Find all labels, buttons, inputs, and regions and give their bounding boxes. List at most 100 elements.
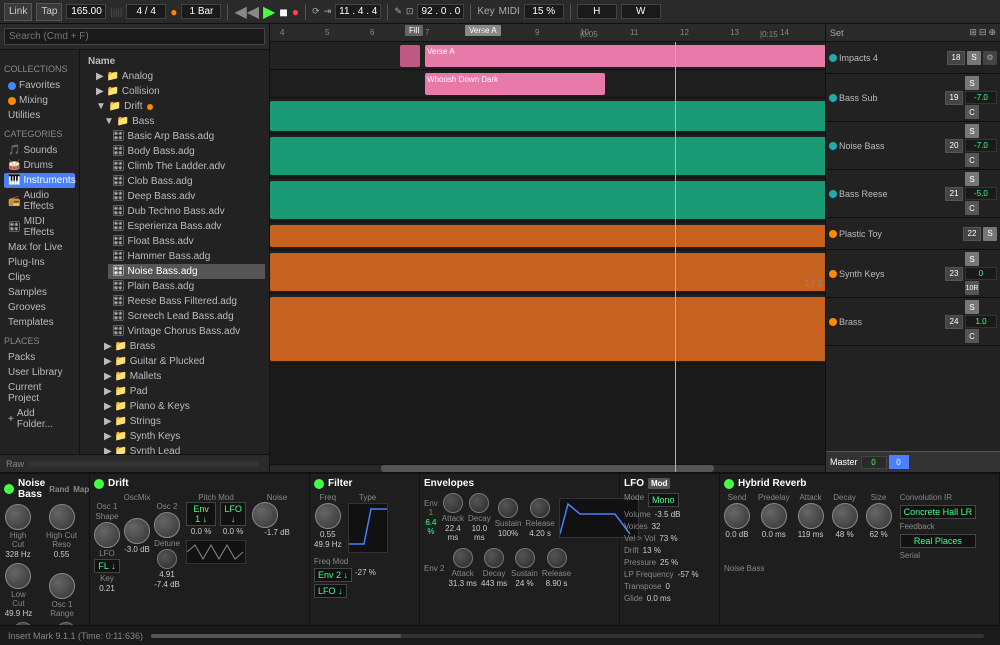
env1-attack-knob[interactable] — [443, 493, 463, 513]
tree-vintage[interactable]: 🎛 Vintage Chorus Bass.adv — [108, 324, 265, 339]
tree-bass[interactable]: ▼ 📁 Bass — [100, 114, 265, 129]
bass-sub-c[interactable]: C — [965, 105, 979, 119]
tree-drift[interactable]: ▼ 📁 Drift — [92, 99, 265, 114]
sidebar-item-midi-effects[interactable]: 🎛 MIDI Effects — [4, 214, 75, 240]
tree-float[interactable]: 🎛 Float Bass.adv — [108, 234, 265, 249]
sidebar-item-templates[interactable]: Templates — [4, 315, 75, 330]
tree-plain[interactable]: 🎛 Plain Bass.adg — [108, 279, 265, 294]
metro-icon[interactable]: ● — [170, 5, 177, 19]
sidebar-item-user-library[interactable]: User Library — [4, 365, 75, 380]
h-scrollbar[interactable] — [270, 464, 825, 472]
master-vol[interactable]: 0 — [861, 456, 887, 469]
bass-sub-s[interactable]: S — [965, 76, 979, 90]
sidebar-item-instruments[interactable]: 🎹 Instruments — [4, 173, 75, 188]
env1-decay-knob[interactable] — [469, 493, 489, 513]
sidebar-item-favorites[interactable]: Favorites — [4, 78, 75, 93]
clip-bass-sub[interactable] — [270, 101, 825, 131]
brass-s[interactable]: S — [965, 300, 979, 314]
high-cut-knob[interactable] — [5, 504, 31, 530]
osc2-knob[interactable] — [154, 512, 180, 538]
map-btn[interactable]: Map — [73, 485, 89, 494]
clip-noise-bass[interactable] — [270, 137, 825, 175]
filter-freq-knob[interactable] — [315, 503, 341, 529]
mixer-icon-1[interactable]: ⊞ — [969, 27, 977, 38]
w-btn[interactable]: W — [621, 4, 661, 19]
clip-brass[interactable] — [270, 297, 825, 361]
high-cut-reso-knob[interactable] — [49, 504, 75, 530]
plastic-s[interactable]: S — [983, 227, 997, 241]
clip-plastic-toy[interactable] — [270, 225, 825, 247]
sidebar-item-current-project[interactable]: Current Project — [4, 380, 75, 406]
sidebar-item-max[interactable]: Max for Live — [4, 240, 75, 255]
position-display[interactable]: 11 . 4 . 4 — [335, 4, 381, 19]
tree-guitar[interactable]: ▶ 📁 Guitar & Plucked — [100, 354, 265, 369]
time-sig-display[interactable]: 4 / 4 — [126, 4, 166, 19]
osc1-range-knob[interactable] — [49, 573, 75, 599]
tree-screech[interactable]: 🎛 Screech Lead Bass.adg — [108, 309, 265, 324]
impacts-gear[interactable]: ⚙ — [983, 51, 997, 65]
lfo-mod-btn[interactable]: Mod — [648, 478, 670, 489]
tree-clob[interactable]: 🎛 Clob Bass.adg — [108, 174, 265, 189]
hw-btn[interactable]: H — [577, 4, 617, 19]
brass-c[interactable]: C — [965, 329, 979, 343]
send-knob[interactable] — [724, 503, 750, 529]
synth-c[interactable]: 10R — [965, 281, 979, 295]
bass-sub-vol[interactable]: -7.0 — [965, 91, 997, 104]
attack-knob[interactable] — [798, 503, 824, 529]
env1-sustain-knob[interactable] — [498, 498, 518, 518]
record-button[interactable]: ● — [292, 5, 299, 19]
env2-sustain-knob[interactable] — [515, 548, 535, 568]
h-scrollbar-thumb[interactable] — [381, 465, 714, 472]
drift-power[interactable] — [94, 479, 104, 489]
clip-bass-reese[interactable] — [270, 181, 825, 219]
tree-basic-arp[interactable]: 🎛 Basic Arp Bass.adg — [108, 129, 265, 144]
stop-button[interactable]: ■ — [279, 4, 287, 20]
sidebar-item-utilities[interactable]: Utilities — [4, 108, 75, 123]
sidebar-item-clips[interactable]: Clips — [4, 270, 75, 285]
noise-bass-power[interactable] — [4, 484, 14, 494]
fill-marker[interactable]: Fill — [405, 25, 423, 36]
osc-mix-knob[interactable] — [124, 518, 150, 544]
bpm-display[interactable]: 165.00 — [66, 4, 106, 19]
env2-decay-knob[interactable] — [484, 548, 504, 568]
tree-analog[interactable]: ▶ 📁 Analog — [92, 69, 265, 84]
mixer-icon-2[interactable]: ⊟ — [979, 27, 987, 38]
env2-attack-knob[interactable] — [453, 548, 473, 568]
percent-display[interactable]: 15 % — [524, 4, 564, 19]
master-blue-btn[interactable]: 0 — [889, 455, 909, 469]
decay-knob[interactable] — [832, 503, 858, 529]
bass-reese-s[interactable]: S — [965, 172, 979, 186]
sidebar-item-grooves[interactable]: Grooves — [4, 300, 75, 315]
tree-strings[interactable]: ▶ 📁 Strings — [100, 414, 265, 429]
bass-reese-c[interactable]: C — [965, 201, 979, 215]
low-cut-knob[interactable] — [5, 563, 31, 589]
sidebar-item-add-folder[interactable]: + Add Folder... — [4, 406, 75, 432]
rewind-icon[interactable]: ◀◀ — [234, 2, 259, 22]
tree-dub[interactable]: 🎛 Dub Techno Bass.adv — [108, 204, 265, 219]
punch-icon[interactable]: ⇥ — [324, 6, 332, 17]
impacts-s-btn[interactable]: S — [967, 51, 981, 65]
tap-button[interactable]: Tap — [36, 3, 62, 21]
tempo2-display[interactable]: 92 . 0 . 0 — [417, 4, 464, 19]
tree-synth-lead[interactable]: ▶ 📁 Synth Lead — [100, 444, 265, 454]
bar-display[interactable]: 1 Bar — [181, 4, 221, 19]
osc1-shape-knob[interactable] — [94, 522, 120, 548]
tree-climb[interactable]: 🎛 Climb The Ladder.adv — [108, 159, 265, 174]
clip-synth-keys[interactable] — [270, 253, 825, 291]
sidebar-item-drums[interactable]: 🥁 Drums — [4, 158, 75, 173]
sidebar-item-mixing[interactable]: Mixing — [4, 93, 75, 108]
clip-whoosh[interactable]: Whoosh Down Dark — [425, 73, 605, 95]
sidebar-item-samples[interactable]: Samples — [4, 285, 75, 300]
tree-pad[interactable]: ▶ 📁 Pad — [100, 384, 265, 399]
sidebar-item-plugins[interactable]: Plug-Ins — [4, 255, 75, 270]
noise-bass-s[interactable]: S — [965, 124, 979, 138]
tree-hammer[interactable]: 🎛 Hammer Bass.adg — [108, 249, 265, 264]
clip-verse-a[interactable]: Verse A — [425, 45, 825, 67]
synth-vol[interactable]: 0 — [965, 267, 997, 280]
mixer-icon-3[interactable]: ⊕ — [988, 27, 996, 38]
tree-mallets[interactable]: ▶ 📁 Mallets — [100, 369, 265, 384]
noise-bass-c[interactable]: C — [965, 153, 979, 167]
sidebar-item-sounds[interactable]: 🎵 Sounds — [4, 143, 75, 158]
brass-vol[interactable]: 1.0 — [965, 315, 997, 328]
tree-body-bass[interactable]: 🎛 Body Bass.adg — [108, 144, 265, 159]
